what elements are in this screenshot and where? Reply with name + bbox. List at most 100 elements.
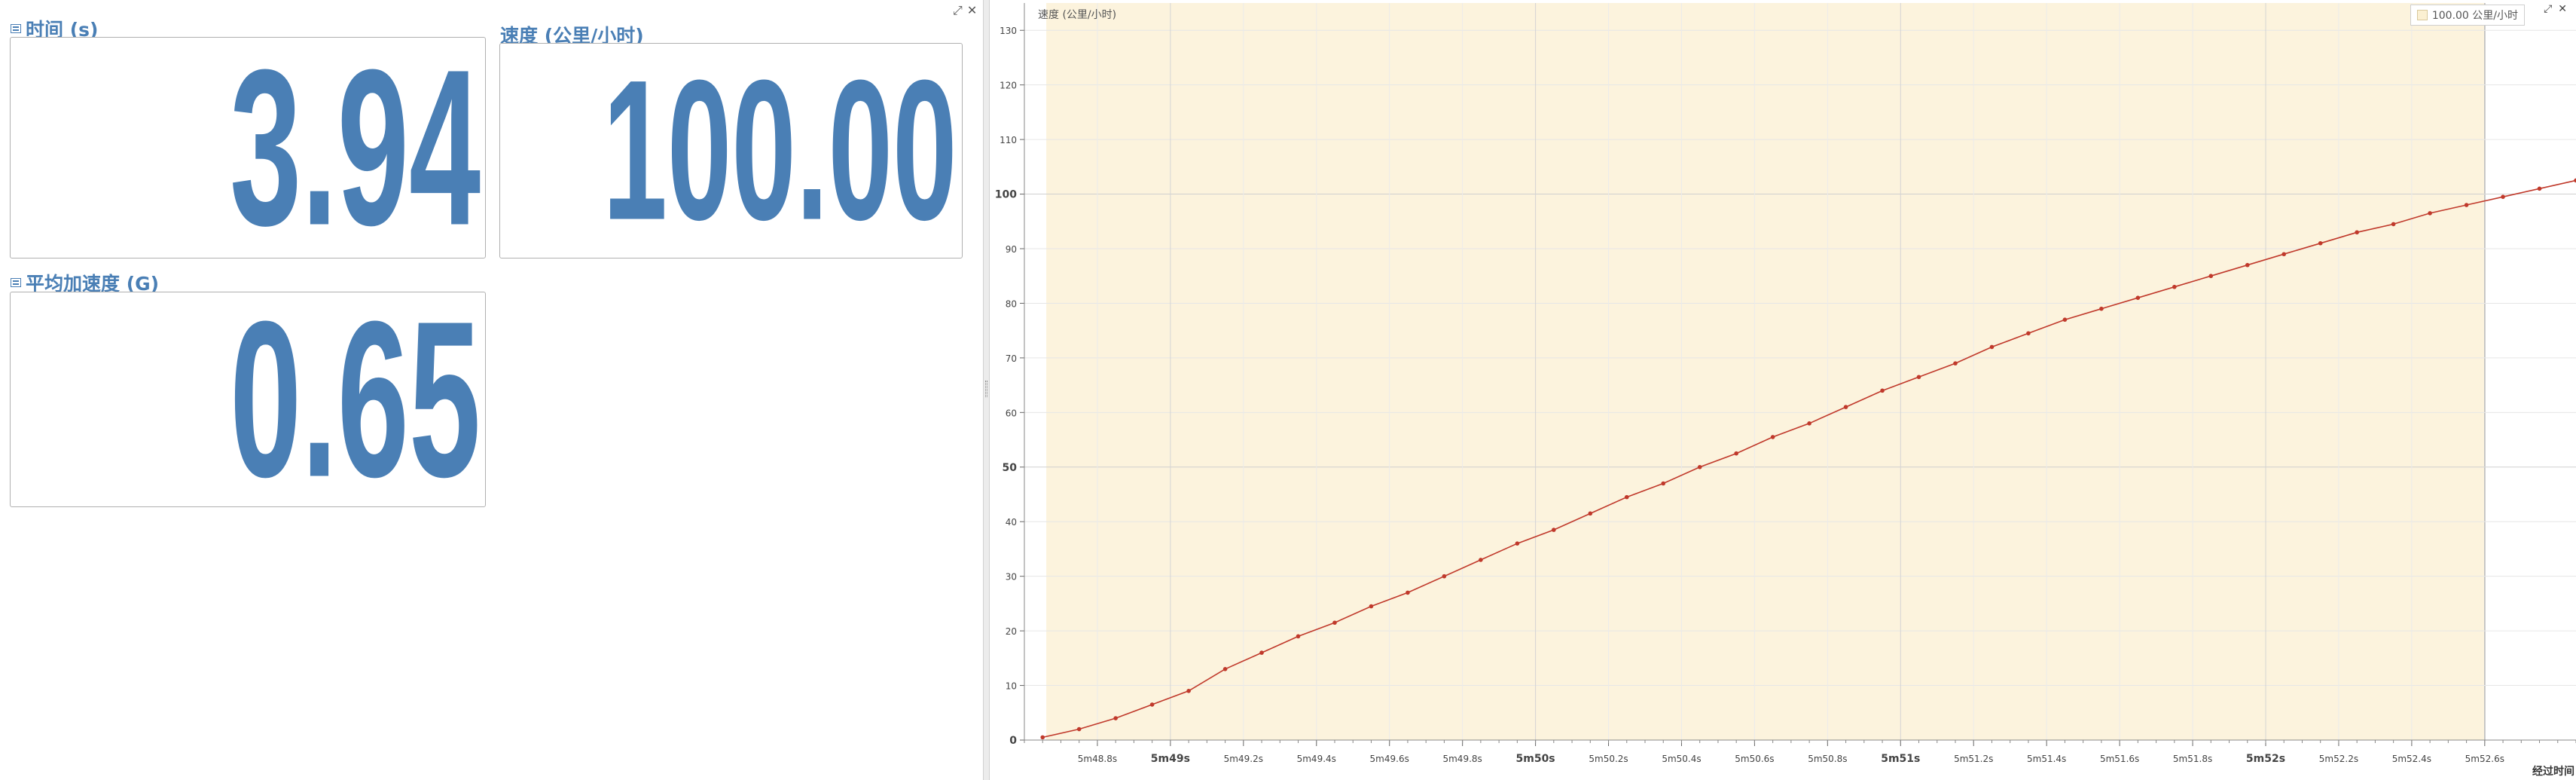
- data-point: [1076, 726, 1082, 732]
- speed-value-box: 100.00: [499, 43, 963, 258]
- x-tick-label: 5m51s: [1881, 753, 1920, 765]
- data-point: [1624, 494, 1629, 500]
- y-tick-label: 90: [1006, 244, 1017, 255]
- data-point: [1332, 620, 1337, 626]
- legend-label: 100.00 公里/小时: [2431, 10, 2518, 22]
- data-point: [2208, 274, 2214, 279]
- y-tick-label: 0: [1009, 735, 1017, 747]
- x-tick-label: 5m49.4s: [1297, 754, 1336, 764]
- data-point: [1296, 634, 1301, 639]
- y-tick-label: 10: [1006, 681, 1017, 692]
- x-tick-label: 5m52.2s: [2319, 754, 2358, 764]
- close-icon[interactable]: ✕: [2558, 3, 2573, 15]
- x-tick-label: 5m50.4s: [1662, 754, 1701, 764]
- x-tick-label: 5m52.4s: [2392, 754, 2431, 764]
- x-tick-label: 5m51.8s: [2173, 754, 2212, 764]
- y-tick-label: 120: [1000, 81, 1017, 91]
- data-point: [1113, 716, 1118, 720]
- data-point: [2135, 295, 2141, 301]
- data-point: [1222, 667, 1228, 671]
- x-tick-label: 5m51.2s: [1954, 754, 1993, 764]
- data-point: [1697, 464, 1702, 470]
- data-point: [1734, 451, 1738, 456]
- x-tick-label: 5m49.8s: [1442, 754, 1482, 764]
- speed-chart-pane: 0 10 20 30 40 50 60 70 80 90 100 110 120 130 5m48.8s 5m…: [990, 0, 2576, 780]
- x-tick-label: 5m50.6s: [1735, 754, 1774, 764]
- y-tick-label: 20: [1006, 626, 1017, 637]
- chart-legend: 100.00 公里/小时: [2410, 5, 2525, 26]
- expand-icon[interactable]: ⤢: [953, 3, 967, 17]
- legend-swatch: [2416, 10, 2428, 20]
- data-point: [1843, 405, 1848, 409]
- data-point: [1552, 528, 1556, 532]
- data-point: [2428, 211, 2432, 216]
- x-tick-label: 5m48.8s: [1078, 754, 1117, 764]
- data-point: [1916, 375, 1921, 380]
- x-tick-label: 5m52s: [2246, 753, 2285, 765]
- data-point: [2318, 240, 2323, 246]
- data-point: [2062, 317, 2068, 322]
- data-point: [2501, 194, 2505, 199]
- data-point: [2099, 306, 2104, 311]
- data-point: [1807, 421, 1811, 426]
- data-point: [2172, 284, 2177, 289]
- data-point: [2391, 222, 2396, 227]
- dashboard-left-pane: ⤢✕ 时间 (s) 3.94 速度 (公里/小时) 100.00 平均加速度 (…: [0, 0, 983, 780]
- x-tick-label: 5m50.8s: [1808, 754, 1847, 764]
- expand-icon[interactable]: ⤢: [2544, 3, 2558, 15]
- x-tick-label: 5m51.6s: [2100, 754, 2139, 764]
- panel-menu-icon[interactable]: [11, 278, 21, 287]
- y-tick-label: 130: [1000, 26, 1017, 36]
- data-point: [1880, 388, 1885, 393]
- data-point: [1259, 650, 1264, 655]
- panel-menu-icon[interactable]: [11, 24, 21, 33]
- x-tick-label: 5m51.4s: [2027, 754, 2066, 764]
- accel-value-box: 0.65: [10, 292, 486, 507]
- y-tick-label: 70: [1006, 353, 1017, 364]
- data-point: [1442, 574, 1447, 579]
- data-point: [2355, 230, 2359, 235]
- splitter-grip-icon[interactable]: [985, 381, 987, 397]
- y-tick-label: 80: [1006, 298, 1017, 309]
- pane-splitter[interactable]: [983, 0, 990, 780]
- speed-value: 100.00: [603, 43, 957, 258]
- close-icon[interactable]: ✕: [967, 3, 981, 17]
- accel-value: 0.65: [229, 292, 481, 507]
- x-tick-label: 5m50s: [1516, 753, 1555, 765]
- x-tick-label: 5m49.6s: [1370, 754, 1409, 764]
- data-point: [2281, 252, 2287, 257]
- y-tick-label: 50: [1003, 462, 1018, 474]
- x-tick-label: 5m52.6s: [2465, 754, 2504, 764]
- time-value-box: 3.94: [10, 37, 486, 258]
- data-point: [1186, 689, 1191, 693]
- time-value: 3.94: [229, 37, 481, 258]
- data-point: [1479, 558, 1483, 562]
- data-point: [1770, 435, 1775, 439]
- selection-region: [1046, 3, 2485, 740]
- data-point: [1953, 361, 1958, 366]
- data-point: [1040, 735, 1045, 740]
- chart-title: 速度 (公里/小时): [1038, 9, 1117, 21]
- data-point: [1515, 541, 1520, 546]
- x-tick-label: 5m49.2s: [1224, 754, 1263, 764]
- data-point: [2464, 203, 2469, 207]
- y-tick-label: 40: [1006, 517, 1017, 528]
- data-point: [2537, 186, 2542, 191]
- data-point: [2245, 262, 2250, 268]
- x-axis-title: 经过时间: [2532, 766, 2574, 778]
- y-tick-label: 100: [995, 189, 1017, 201]
- data-point: [1661, 481, 1666, 486]
- speed-chart[interactable]: 0 10 20 30 40 50 60 70 80 90 100 110 120 130 5m48.8s 5m…: [990, 0, 2576, 780]
- y-tick-label: 60: [1006, 408, 1017, 418]
- data-point: [1406, 590, 1410, 595]
- x-tick-label: 5m50.2s: [1589, 754, 1628, 764]
- chart-window-controls: ⤢✕: [2544, 3, 2573, 15]
- y-tick-label: 30: [1006, 572, 1017, 583]
- y-tick-label: 110: [1000, 135, 1017, 145]
- data-point: [1369, 604, 1374, 609]
- x-tick-label: 5m49s: [1151, 753, 1190, 765]
- data-point: [2026, 331, 2031, 336]
- data-point: [1149, 702, 1155, 707]
- data-point: [1989, 344, 1995, 350]
- data-point: [1588, 511, 1593, 516]
